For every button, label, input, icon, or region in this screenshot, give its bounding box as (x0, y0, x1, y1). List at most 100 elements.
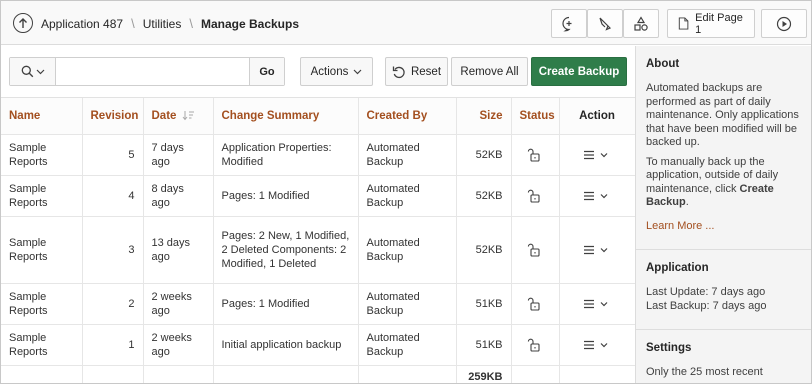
cell-created-by: Automated Backup (358, 175, 457, 217)
cell-revision: 4 (82, 175, 144, 217)
cell-name: Sample Reports (1, 324, 83, 366)
cell-date: 7 days ago (143, 134, 214, 176)
cell-date: 13 days ago (143, 216, 214, 284)
table-row: Sample Reports 1 2 weeks ago Initial app… (1, 324, 636, 366)
table-row: Sample Reports 3 13 days ago Pages: 2 Ne… (1, 216, 636, 284)
search-input[interactable] (56, 58, 250, 85)
cell-date: 8 days ago (143, 175, 214, 217)
about-manual-text: To manually back up the application, out… (646, 156, 801, 210)
cell-revision: 3 (82, 216, 144, 284)
cell-action (559, 324, 636, 366)
page-title: Manage Backups (200, 16, 300, 31)
search-icon (21, 65, 33, 78)
lock-open-icon (527, 338, 543, 352)
cell-status (511, 216, 560, 284)
go-button[interactable]: Go (249, 58, 284, 85)
edit-page-label: Edit Page 1 (695, 11, 743, 36)
cell-revision: 5 (82, 134, 144, 176)
cell-created-by: Automated Backup (358, 324, 457, 366)
breadcrumb-separator: \ (131, 16, 135, 31)
about-manual-suffix: . (685, 196, 689, 208)
backups-report: Name Revision Date Change Summary Create… (1, 98, 636, 383)
help-sidebar: About Automated backups are performed as… (635, 46, 811, 383)
cell-size: 52KB (456, 134, 512, 176)
sort-descending-icon (182, 111, 194, 121)
lock-open-icon (527, 189, 543, 203)
column-header-size[interactable]: Size (456, 98, 512, 135)
column-header-action: Action (559, 98, 636, 135)
cell-date: 2 weeks ago (143, 283, 214, 325)
cell-size: 52KB (456, 216, 512, 284)
shared-components-button[interactable] (623, 9, 659, 38)
top-bar: Application 487 \ Utilities \ Manage Bac… (1, 1, 811, 45)
run-page-button[interactable] (761, 9, 807, 38)
column-header-date-label: Date (151, 109, 177, 122)
reset-button[interactable]: Reset (385, 57, 448, 86)
lock-open-icon (527, 243, 543, 257)
table-row: Sample Reports 5 7 days ago Application … (1, 134, 636, 176)
quick-edit-button[interactable] (587, 9, 623, 38)
actions-label: Actions (310, 65, 349, 78)
app-frame: Application 487 \ Utilities \ Manage Bac… (0, 0, 812, 384)
table-row: Sample Reports 4 8 days ago Pages: 1 Mod… (1, 175, 636, 217)
row-actions-menu-icon[interactable] (583, 339, 611, 351)
table-header-row: Name Revision Date Change Summary Create… (1, 98, 636, 135)
cell-change-summary: Pages: 2 New, 1 Modified, 2 Deleted Comp… (213, 216, 359, 284)
column-header-change-summary[interactable]: Change Summary (213, 98, 359, 135)
actions-menu-button[interactable]: Actions (300, 57, 373, 86)
chevron-down-icon (36, 69, 44, 74)
cell-change-summary: Pages: 1 Modified (213, 175, 359, 217)
cell-status (511, 134, 560, 176)
learn-more-link[interactable]: Learn More ... (646, 220, 714, 232)
breadcrumb: Application 487 \ Utilities \ Manage Bac… (41, 16, 299, 31)
feedback-button[interactable] (551, 9, 587, 38)
cell-status (511, 283, 560, 325)
row-actions-menu-icon[interactable] (583, 298, 611, 310)
search-column-selector[interactable] (10, 58, 56, 85)
reset-label: Reset (410, 65, 442, 78)
cell-action (559, 216, 636, 284)
pencil-icon (599, 17, 612, 31)
cell-change-summary: Application Properties: Modified (213, 134, 359, 176)
comment-plus-icon (562, 16, 572, 31)
column-header-revision[interactable]: Revision (82, 98, 144, 135)
table-row: Sample Reports 2 2 weeks ago Pages: 1 Mo… (1, 283, 636, 325)
cell-name: Sample Reports (1, 134, 83, 176)
breadcrumb-application[interactable]: Application 487 (41, 17, 123, 31)
remove-all-button[interactable]: Remove All (451, 57, 528, 86)
lock-open-icon (527, 297, 543, 311)
application-title: Application (646, 262, 709, 274)
cell-name: Sample Reports (1, 283, 83, 325)
edit-page-button[interactable]: Edit Page 1 (667, 9, 755, 38)
cell-name: Sample Reports (1, 175, 83, 217)
last-update-text: Last Update: 7 days ago (646, 286, 766, 298)
cell-status (511, 175, 560, 217)
cell-name: Sample Reports (1, 216, 83, 284)
settings-region: Settings Only the 25 most recent (636, 330, 811, 383)
navigate-up-icon[interactable] (13, 13, 33, 33)
row-actions-menu-icon[interactable] (583, 244, 611, 256)
column-header-status[interactable]: Status (511, 98, 560, 135)
column-header-created-by[interactable]: Created By (358, 98, 457, 135)
about-title: About (646, 58, 680, 70)
shapes-icon (634, 15, 648, 31)
page-edit-icon (678, 17, 689, 30)
cell-change-summary: Initial application backup (213, 324, 359, 366)
backups-table: Name Revision Date Change Summary Create… (1, 98, 636, 383)
cell-change-summary: Pages: 1 Modified (213, 283, 359, 325)
breadcrumb-utilities[interactable]: Utilities (143, 17, 182, 31)
row-actions-menu-icon[interactable] (583, 190, 611, 202)
total-size: 259KB (456, 365, 512, 383)
row-actions-menu-icon[interactable] (583, 149, 611, 161)
column-header-name[interactable]: Name (1, 98, 83, 135)
last-backup-text: Last Backup: 7 days ago (646, 299, 767, 312)
cell-size: 51KB (456, 283, 512, 325)
search-bar: Go (9, 57, 285, 86)
cell-created-by: Automated Backup (358, 283, 457, 325)
settings-title: Settings (646, 342, 692, 354)
undo-icon (392, 66, 405, 78)
cell-status (511, 324, 560, 366)
column-header-date[interactable]: Date (143, 98, 214, 135)
breadcrumb-separator: \ (189, 16, 193, 31)
create-backup-button[interactable]: Create Backup (531, 57, 627, 86)
